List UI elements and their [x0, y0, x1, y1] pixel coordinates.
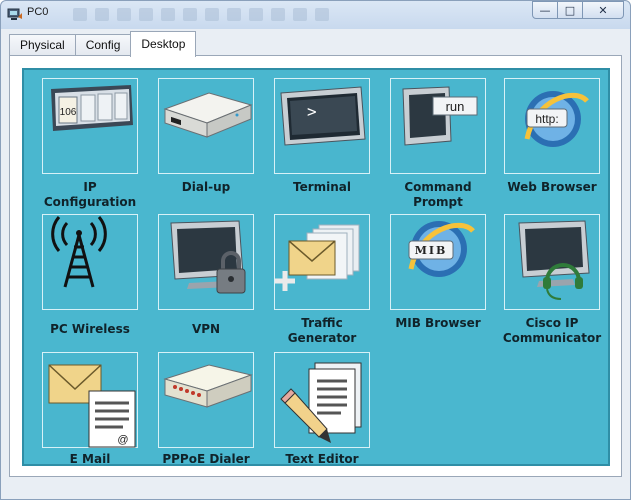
title-bar[interactable]: PC0 — □ ✕	[1, 1, 630, 29]
maximize-button[interactable]: □	[557, 1, 583, 19]
app-vpn[interactable]: VPN	[150, 214, 262, 337]
email-icon: @	[48, 364, 136, 448]
terminal-prompt-text: >	[307, 102, 317, 121]
app-cisco-ip-communicator[interactable]: Cisco IP Communicator	[496, 214, 608, 346]
mib-text: MIB	[415, 244, 448, 257]
window-controls: — □ ✕	[532, 1, 624, 19]
minimize-button[interactable]: —	[532, 1, 558, 19]
tab-bar: Physical Config Desktop	[9, 31, 197, 57]
status-bar	[1, 477, 630, 499]
window-title: PC0	[27, 6, 49, 18]
tab-desktop[interactable]: Desktop	[130, 31, 197, 57]
app-traffic-generator[interactable]: Traffic Generator	[266, 214, 378, 346]
vpn-lock-icon	[170, 220, 246, 294]
app-tile[interactable]	[42, 214, 138, 310]
app-label: Dial-up	[181, 180, 231, 194]
app-label: PPPoE Dialer	[162, 452, 250, 466]
app-tile[interactable]	[158, 214, 254, 310]
app-tile[interactable]	[274, 214, 370, 310]
pppoe-dialer-icon	[163, 364, 253, 408]
app-dial-up[interactable]: Dial-up	[150, 78, 262, 195]
app-ip-configuration[interactable]: 106 IP Configuration	[34, 78, 146, 210]
app-label: VPN	[191, 322, 221, 336]
traffic-generator-icon	[275, 224, 360, 291]
app-label: IP Configuration	[43, 180, 137, 209]
run-text: run	[446, 99, 465, 114]
app-text-editor[interactable]: Text Editor	[266, 352, 378, 467]
app-mib-browser[interactable]: MIB MIB Browser	[382, 214, 494, 331]
app-label: Traffic Generator	[287, 316, 357, 345]
app-tile[interactable]	[158, 78, 254, 174]
app-label: Command Prompt	[404, 180, 472, 209]
mib-browser-icon: MIB	[408, 221, 475, 277]
app-tile[interactable]: MIB	[390, 214, 486, 310]
app-tile[interactable]	[274, 352, 370, 448]
terminal-icon: >	[280, 86, 366, 146]
command-prompt-icon: run	[402, 86, 478, 146]
app-terminal[interactable]: > Terminal	[266, 78, 378, 195]
app-tile[interactable]: @	[42, 352, 138, 448]
wireless-tower-icon	[51, 216, 107, 288]
at-text: @	[117, 434, 128, 446]
text-editor-icon	[280, 362, 362, 443]
app-tile[interactable]: run	[390, 78, 486, 174]
pc-app-icon	[7, 8, 22, 20]
app-tile[interactable]	[158, 352, 254, 448]
tab-panel: 106 IP Configuration Dial-up > Terminal …	[9, 55, 622, 477]
app-tile[interactable]	[504, 214, 600, 310]
app-command-prompt[interactable]: run Command Prompt	[382, 78, 494, 210]
app-label: Cisco IP Communicator	[502, 316, 602, 345]
app-label: PC Wireless	[50, 322, 130, 336]
ip-communicator-icon	[518, 220, 590, 300]
title-toolbar	[73, 8, 329, 21]
close-button[interactable]: ✕	[582, 1, 624, 19]
app-label: Web Browser	[507, 180, 597, 194]
app-label: E Mail	[69, 452, 111, 466]
app-email[interactable]: @ E Mail	[34, 352, 146, 467]
tab-config[interactable]: Config	[74, 34, 132, 56]
app-web-browser[interactable]: http: Web Browser	[496, 78, 608, 195]
app-tile[interactable]: >	[274, 78, 370, 174]
http-text: http:	[535, 112, 558, 126]
ip-icon-text: 106	[60, 107, 77, 118]
app-label: Terminal	[292, 180, 352, 194]
ip-configuration-icon: 106	[51, 85, 133, 131]
tab-physical[interactable]: Physical	[9, 34, 76, 56]
modem-icon	[163, 92, 253, 138]
window: PC0 — □ ✕ Physical Config Desktop 106 IP…	[0, 0, 631, 500]
web-browser-icon: http:	[524, 91, 589, 147]
app-label: MIB Browser	[395, 316, 481, 330]
desktop-area: 106 IP Configuration Dial-up > Terminal …	[22, 68, 610, 466]
app-tile[interactable]: http:	[504, 78, 600, 174]
app-tile[interactable]: 106	[42, 78, 138, 174]
app-pppoe-dialer[interactable]: PPPoE Dialer	[150, 352, 262, 467]
app-pc-wireless[interactable]: PC Wireless	[34, 214, 146, 337]
app-label: Text Editor	[285, 452, 359, 466]
